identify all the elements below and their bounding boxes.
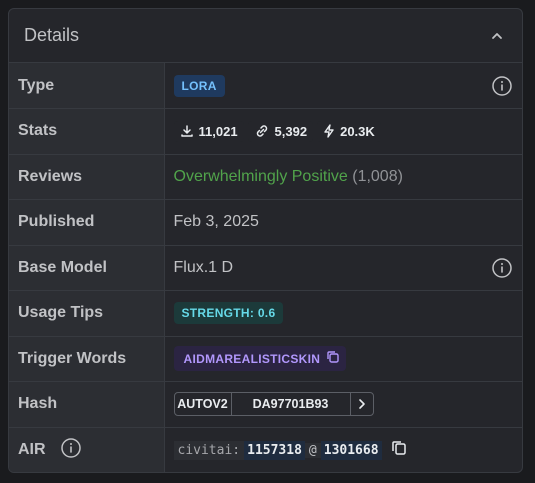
copy-icon[interactable] [390,439,408,462]
info-icon[interactable] [491,257,513,279]
trigger-words-label: Trigger Words [9,336,165,382]
download-icon [180,124,194,138]
details-table: Type LORA Stats 11,021 5,392 20.3K Revie… [9,63,522,472]
downloads-stat: 11,021 [173,120,244,142]
air-at: @ [304,442,321,458]
link-icon [254,124,270,138]
usage-tips-label: Usage Tips [9,290,165,337]
type-badge: LORA [173,74,225,97]
chevron-up-icon[interactable] [488,27,506,45]
table-row: Hash AUTOV2 DA97701B93 [9,381,522,428]
base-model-label: Base Model [9,245,165,291]
table-row: Published Feb 3, 2025 [9,199,522,246]
table-row: AIR civitai: 1157318 @ 1301668 [9,427,522,472]
air-code: civitai: 1157318 @ 1301668 [173,439,382,461]
details-header[interactable]: Details [9,9,522,63]
reviews-rating[interactable]: Overwhelmingly Positive [174,168,348,185]
reviews-count: (1,008) [352,167,403,185]
table-row: Base Model Flux.1 D [9,245,522,291]
hash-value[interactable]: DA97701B93 [232,393,351,416]
reviews-label: Reviews [9,154,165,200]
details-title: Details [24,25,80,45]
air-label: AIR [18,441,46,458]
chevron-right-icon[interactable] [351,393,373,415]
stats-label: Stats [9,108,165,155]
hash-group: AUTOV2 DA97701B93 [173,392,374,417]
hash-label: Hash [9,381,165,428]
trigger-word-badge[interactable]: AIDMAREALISTICSKIN [173,346,347,372]
hash-type-button[interactable]: AUTOV2 [175,393,232,416]
table-row: Trigger Words AIDMAREALISTICSKIN [9,336,522,382]
details-panel: Details Type LORA Stats 11,021 5,392 20.… [8,8,523,473]
downloads-count: 11,021 [198,123,238,139]
published-label: Published [9,199,165,246]
buzz-stat: 20.3K [317,120,381,142]
air-prefix: civitai: [173,440,245,460]
info-icon[interactable] [491,75,513,97]
table-row: Reviews Overwhelmingly Positive (1,008) [9,154,522,200]
air-version-id: 1301668 [320,440,382,460]
links-stat: 5,392 [247,120,314,142]
info-icon[interactable] [60,437,82,464]
table-row: Usage Tips STRENGTH: 0.6 [9,290,522,337]
air-model-id: 1157318 [244,440,305,460]
trigger-word: AIDMAREALISTICSKIN [183,351,321,366]
table-row: Stats 11,021 5,392 20.3K [9,108,522,155]
buzz-count: 20.3K [340,123,375,139]
table-row: Type LORA [9,63,522,109]
published-date: Feb 3, 2025 [164,199,522,246]
base-model-value: Flux.1 D [173,258,234,276]
copy-icon[interactable] [326,350,340,367]
type-label: Type [9,63,165,109]
strength-badge: STRENGTH: 0.6 [173,302,284,325]
bolt-icon [323,124,335,138]
links-count: 5,392 [274,123,308,139]
